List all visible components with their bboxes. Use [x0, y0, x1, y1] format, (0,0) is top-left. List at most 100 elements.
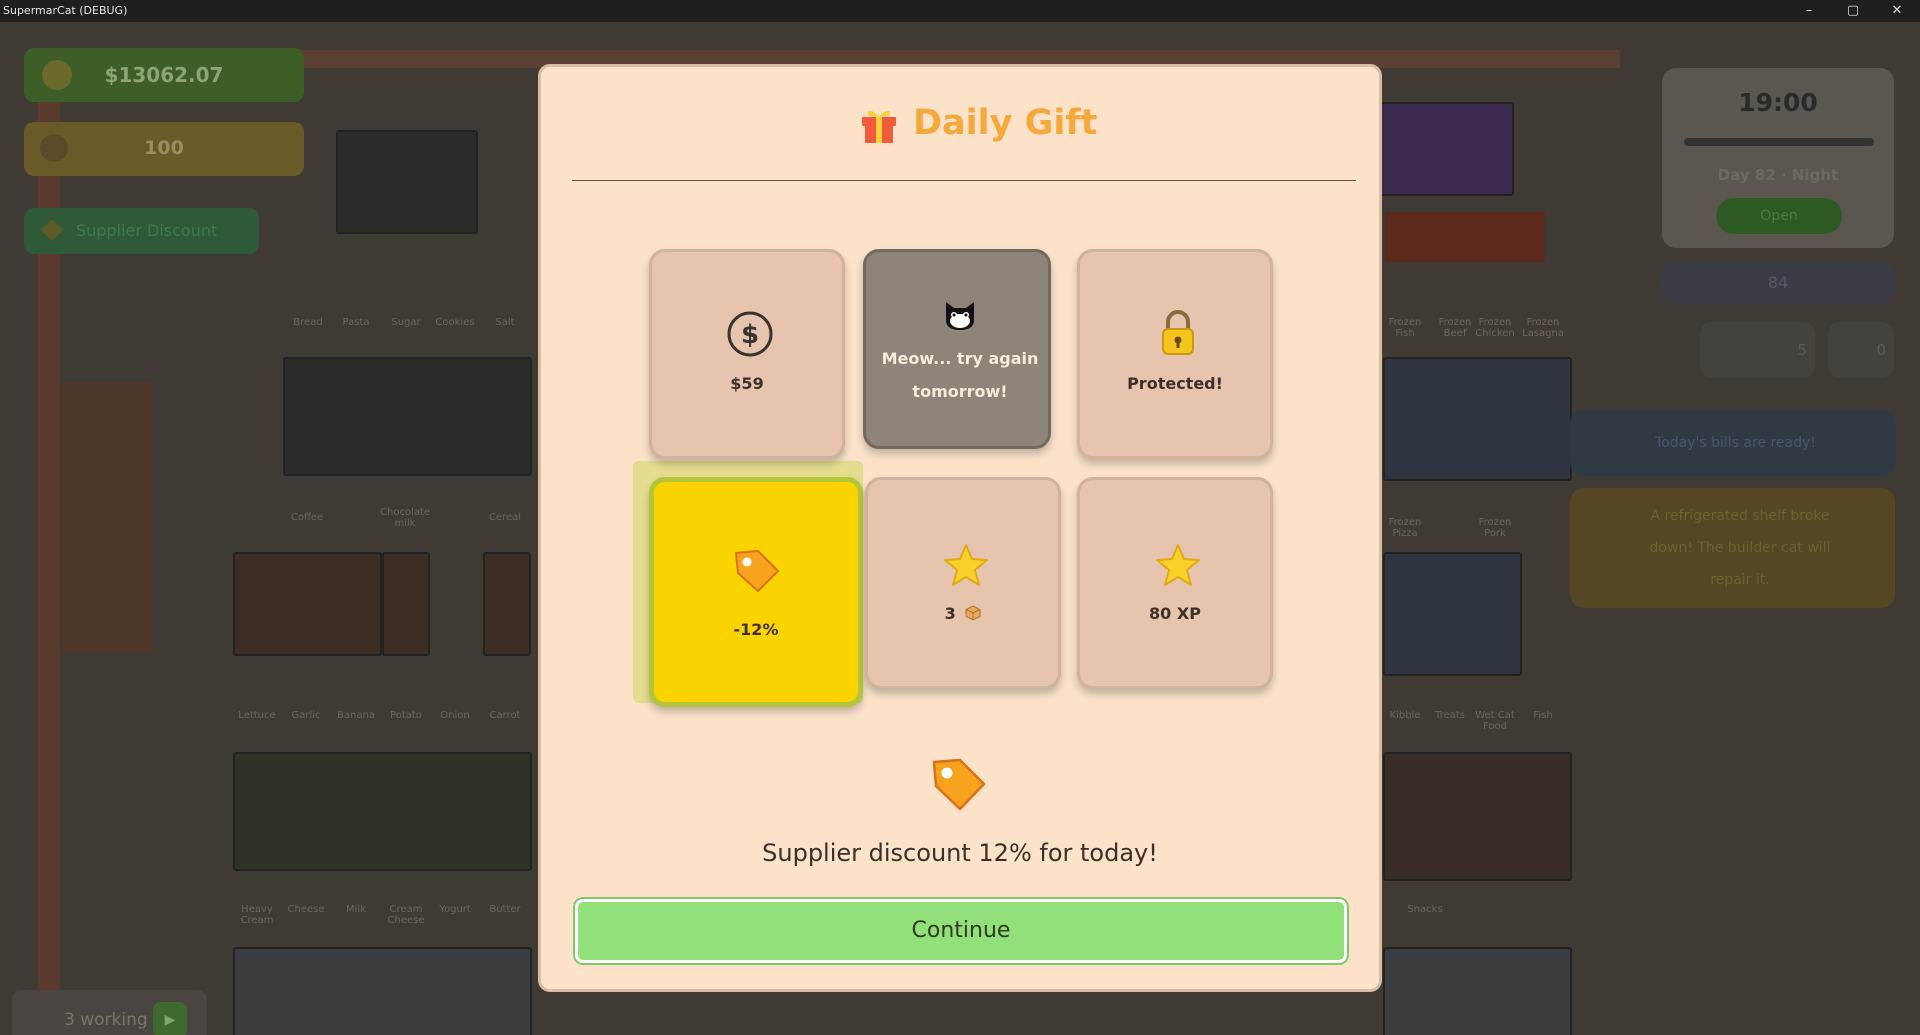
maximize-button[interactable]: ▢: [1830, 1, 1876, 21]
shelf-produce: [233, 752, 532, 871]
reward-message: Supplier discount 12% for today!: [762, 839, 1158, 867]
product-label: Pasta: [342, 317, 370, 328]
product-label: Cereal: [488, 512, 522, 523]
counter-box[interactable]: 0: [1828, 322, 1894, 378]
cat-face-icon: [946, 302, 974, 330]
product-label: Frozen Chicken: [1475, 317, 1515, 339]
product-label: Sugar: [391, 317, 421, 328]
counter-box[interactable]: 5: [1745, 322, 1815, 378]
product-label: Cream Cheese: [387, 904, 425, 926]
close-button[interactable]: ✕: [1874, 1, 1920, 21]
energy-display: 100: [24, 122, 304, 176]
shelf-frozen-2: [1383, 552, 1522, 676]
time-display: 19:00: [1738, 88, 1818, 117]
product-label: Frozen Lasagna: [1522, 317, 1564, 339]
svg-text:$: $: [741, 320, 759, 350]
shelf-frozen: [1383, 357, 1572, 481]
product-label: Kibble: [1389, 710, 1421, 721]
workers-panel[interactable]: 3 working ▶: [12, 990, 207, 1035]
bills-notification[interactable]: Today's bills are ready!: [1570, 410, 1895, 476]
shelf-pet: [1383, 752, 1572, 881]
product-label: Chocolate milk: [380, 507, 431, 529]
product-label: Frozen Fish: [1388, 317, 1422, 339]
money-display: $13062.07: [24, 48, 304, 102]
minimize-button[interactable]: –: [1786, 1, 1832, 21]
crate-icon: [965, 605, 981, 621]
storage-unit: [1380, 102, 1514, 196]
product-label: Cookies: [435, 317, 475, 328]
gift-tile-label: Protected!: [1127, 374, 1223, 393]
shelf-snacks: [1383, 947, 1572, 1035]
product-label: Frozen Pizza: [1388, 517, 1422, 539]
tag-icon: [40, 218, 64, 242]
product-label: Coffee: [290, 512, 324, 523]
product-label: Carrot: [489, 710, 521, 721]
supplier-discount-badge[interactable]: Supplier Discount: [24, 208, 259, 254]
gift-tile-label: Meow... try again tomorrow!: [881, 349, 1039, 401]
product-label: Bread: [293, 317, 323, 328]
product-label: Frozen Pork: [1478, 517, 1512, 539]
product-label: Treats: [1435, 710, 1465, 721]
working-count: 3 working: [64, 1010, 148, 1030]
product-label: Yogurt: [439, 904, 471, 915]
play-button[interactable]: ▶: [153, 1002, 187, 1035]
money-value: $13062.07: [104, 63, 224, 87]
gift-tile-count: 3: [944, 604, 956, 623]
open-store-button[interactable]: Open: [1716, 198, 1842, 234]
window-titlebar: SupermarCat (DEBUG) – ▢ ✕: [0, 0, 1920, 22]
shelf-dry-goods: [283, 357, 532, 476]
gift-tile-discount-selected[interactable]: -12%: [649, 477, 863, 707]
product-label: Fish: [1533, 710, 1553, 721]
product-label: Cheese: [287, 904, 325, 915]
product-label: Potato: [390, 710, 422, 721]
shelf-broken-text: A refrigerated shelf broke down! The bui…: [1649, 508, 1831, 588]
product-label: Banana: [337, 710, 375, 721]
dollar-coin-icon: $: [727, 311, 773, 357]
checkout-counter: [1385, 212, 1545, 262]
shelf-coffee: [233, 552, 382, 656]
shelf-dairy: [233, 947, 532, 1035]
product-label: Lettuce: [238, 710, 276, 721]
bills-notification-text: Today's bills are ready!: [1655, 435, 1816, 451]
gift-tile-crates[interactable]: 3: [865, 477, 1061, 689]
product-label: Onion: [440, 710, 470, 721]
product-label: Garlic: [291, 710, 321, 721]
day-progress-bar: [1684, 138, 1874, 146]
gift-tile-protected[interactable]: Protected!: [1077, 249, 1273, 459]
shelf-milk: [382, 552, 430, 656]
day-label: Day 82 · Night: [1717, 166, 1839, 184]
product-label: Milk: [346, 904, 366, 915]
price-tag-icon: [932, 758, 986, 811]
counter: [62, 382, 152, 652]
product-label: Wet Cat Food: [1475, 710, 1515, 732]
product-label: Snacks: [1407, 904, 1443, 915]
product-label: Butter: [489, 904, 521, 915]
gift-icon: [862, 110, 896, 143]
day-clock-card: 19:00 Day 82 · Night Open: [1662, 68, 1894, 248]
star-icon: [944, 544, 988, 586]
daily-gift-dialog: Daily Gift $ $59 Meow... try again tomor…: [538, 64, 1382, 992]
shelf-cereal: [483, 552, 531, 656]
window-title: SupermarCat (DEBUG): [3, 4, 128, 17]
freezer-unit: [336, 130, 478, 234]
product-label: Salt: [495, 317, 515, 328]
xp-counter: 84: [1662, 262, 1894, 304]
shelf-broken-notification[interactable]: A refrigerated shelf broke down! The bui…: [1570, 488, 1895, 608]
star-icon: [1156, 544, 1200, 586]
dialog-title: Daily Gift: [913, 103, 1098, 143]
gift-tile-money[interactable]: $ $59: [649, 249, 845, 459]
product-label: Heavy Cream: [240, 904, 274, 926]
energy-value: 100: [144, 137, 184, 159]
gift-tile-label: $59: [730, 374, 764, 393]
gift-tile-xp[interactable]: 80 XP: [1077, 477, 1273, 689]
padlock-icon: [1162, 310, 1194, 355]
supplier-discount-label: Supplier Discount: [76, 221, 218, 240]
gift-tile-label: 80 XP: [1149, 604, 1201, 623]
price-tag-icon: [735, 550, 779, 592]
continue-button[interactable]: Continue: [575, 899, 1347, 963]
gift-tile-label: 3: [868, 604, 1058, 623]
gift-tile-empty[interactable]: Meow... try again tomorrow!: [863, 249, 1051, 449]
side-wall: [38, 62, 60, 1002]
title-divider: [572, 180, 1356, 181]
gift-tile-label: -12%: [733, 620, 779, 639]
